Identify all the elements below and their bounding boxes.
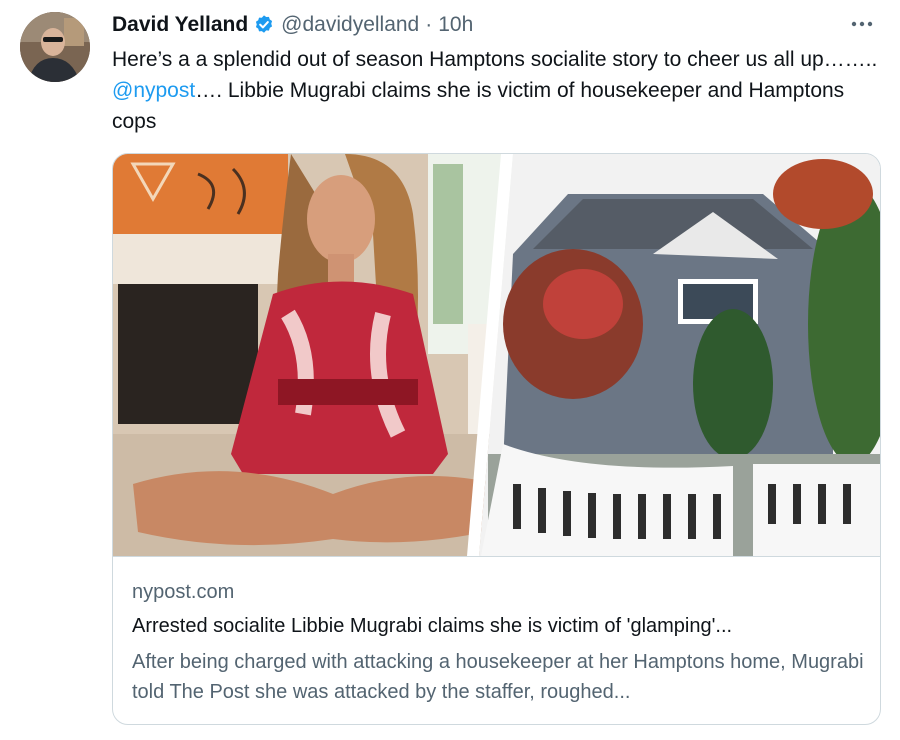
author-name[interactable]: David Yelland (112, 13, 248, 37)
author-handle[interactable]: @davidyelland (281, 13, 419, 37)
tweet-header: David Yelland @davidyelland · 10h (112, 10, 870, 40)
more-options-button[interactable] (848, 14, 876, 34)
link-preview-card[interactable]: nypost.com Arrested socialite Libbie Mug… (112, 153, 881, 725)
author-avatar[interactable] (20, 12, 90, 82)
mention-link[interactable]: @nypost (112, 79, 195, 102)
verified-badge-icon (256, 15, 273, 33)
card-details[interactable]: nypost.com Arrested socialite Libbie Mug… (113, 556, 880, 724)
tweet-text-start: Here’s a a splendid out of season Hampto… (112, 48, 878, 71)
avatar-photo (20, 12, 90, 82)
card-domain: nypost.com (132, 581, 235, 603)
more-horizontal-icon (851, 21, 873, 27)
tweet-text: Here’s a a splendid out of season Hampto… (112, 44, 882, 137)
card-title: Arrested socialite Libbie Mugrabi claims… (132, 615, 733, 637)
card-image[interactable] (113, 154, 880, 556)
card-description: After being charged with attacking a hou… (132, 651, 864, 703)
tweet-timestamp[interactable]: 10h (438, 13, 473, 37)
card-photo-collage (113, 154, 880, 556)
header-separator: · (425, 13, 433, 36)
tweet-text-end: …. Libbie Mugrabi claims she is victim o… (112, 79, 845, 133)
